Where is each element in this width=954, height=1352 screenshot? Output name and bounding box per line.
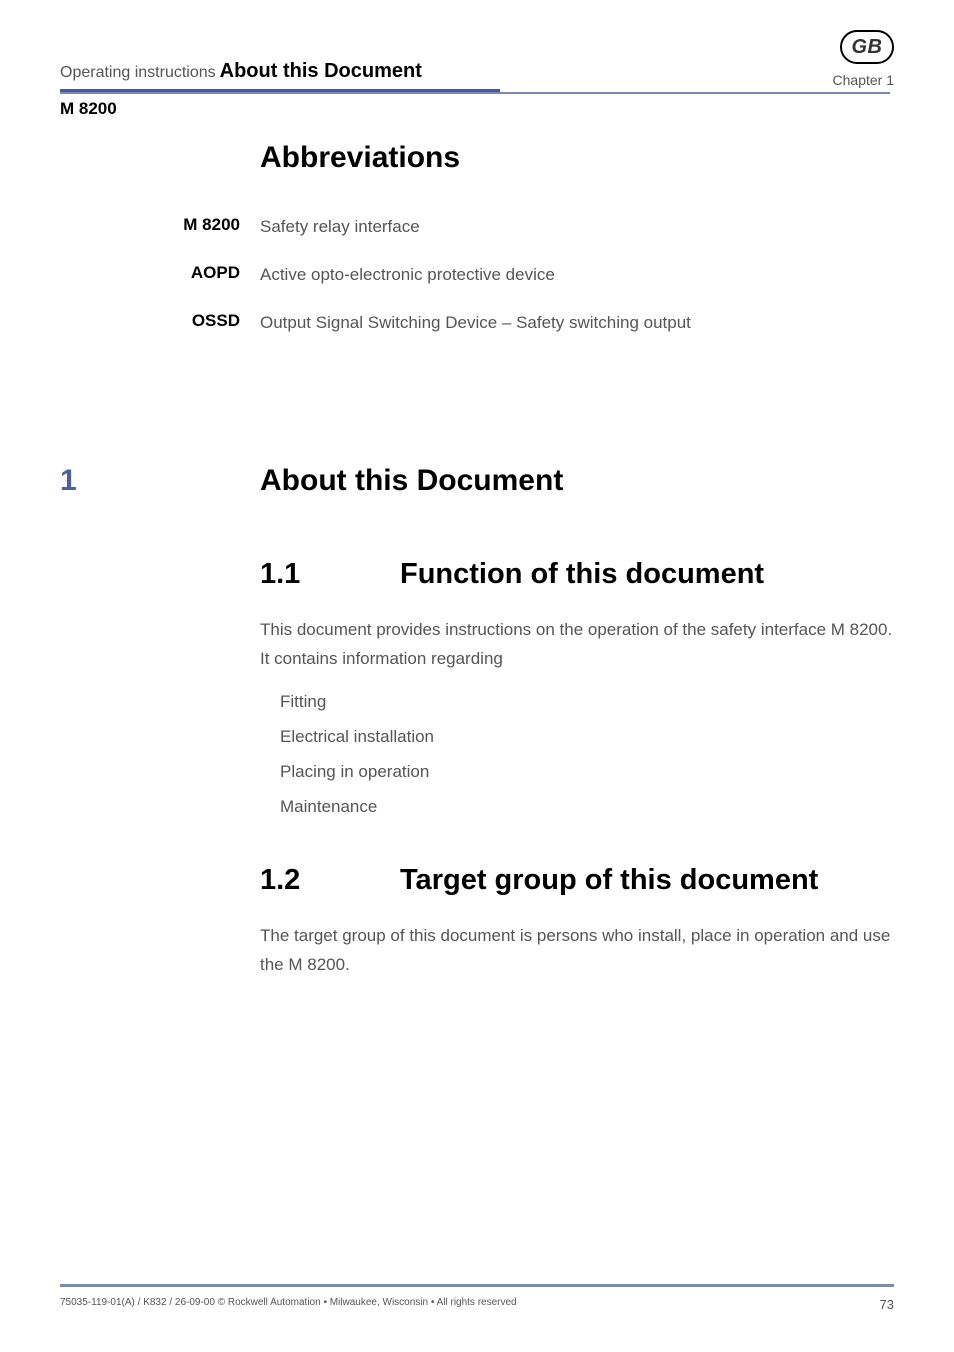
section-heading: Function of this document [400, 558, 894, 591]
abbr-key: OSSD [60, 311, 260, 335]
abbr-row: M 8200 Safety relay interface [60, 215, 894, 239]
section-heading: Target group of this document [400, 864, 894, 897]
abbr-value: Active opto-electronic protective device [260, 263, 894, 287]
list-item: Electrical installation [280, 723, 894, 750]
chapter-number: 1 [60, 464, 260, 498]
abbr-key: M 8200 [60, 215, 260, 239]
section-number: 1.1 [260, 558, 400, 591]
abbr-row: AOPD Active opto-electronic protective d… [60, 263, 894, 287]
model-label: M 8200 [0, 99, 954, 119]
list-item: Fitting [280, 688, 894, 715]
section-body: This document provides instructions on t… [260, 616, 894, 674]
abbr-key: AOPD [60, 263, 260, 287]
list-item: Maintenance [280, 793, 894, 820]
chapter-heading: About this Document [260, 464, 563, 498]
footer-divider [60, 1284, 894, 1287]
header-title: About this Document [220, 60, 422, 83]
gb-badge: GB [840, 30, 894, 64]
header-instructions-label: Operating instructions [60, 64, 216, 82]
section-number: 1.2 [260, 864, 400, 897]
footer-page-number: 73 [880, 1297, 894, 1312]
list-item: Placing in operation [280, 758, 894, 785]
footer-copyright: 75035-119-01(A) / K832 / 26-09-00 © Rock… [60, 1297, 517, 1312]
chapter-label: Chapter 1 [833, 72, 894, 88]
page-footer: 75035-119-01(A) / K832 / 26-09-00 © Rock… [60, 1284, 894, 1312]
abbr-value: Output Signal Switching Device – Safety … [260, 311, 894, 335]
section-body: The target group of this document is per… [260, 922, 894, 980]
header-underline [60, 89, 894, 95]
abbr-value: Safety relay interface [260, 215, 894, 239]
abbreviations-title: Abbreviations [260, 141, 894, 175]
abbr-row: OSSD Output Signal Switching Device – Sa… [60, 311, 894, 335]
